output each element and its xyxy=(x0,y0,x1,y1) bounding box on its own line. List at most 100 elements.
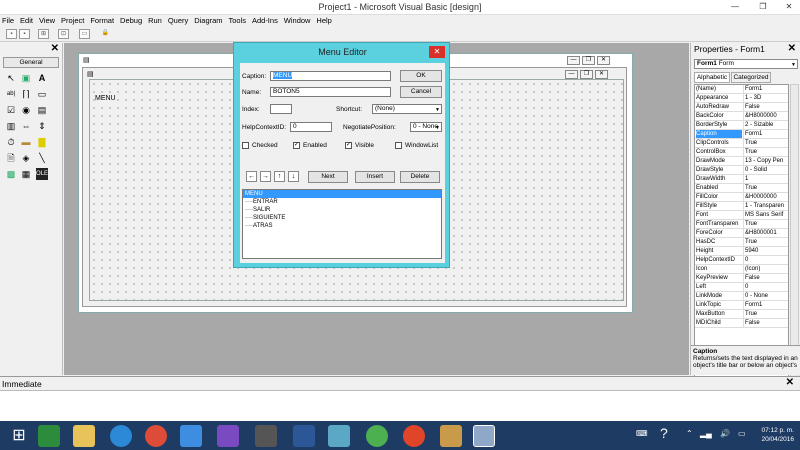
properties-grid[interactable]: (Name) Form1 Appearance 1 - 3D AutoRedraw Fal… xyxy=(694,84,789,383)
app-icon[interactable] xyxy=(366,425,388,447)
ole-icon[interactable]: OLE xyxy=(36,168,48,180)
close-icon[interactable]: ✕ xyxy=(51,43,59,54)
property-row[interactable]: FillColor &H0000000 xyxy=(695,193,788,202)
property-value[interactable]: &H0000000 xyxy=(743,193,788,201)
property-row[interactable]: Caption Form1 xyxy=(695,130,788,139)
windows-start-icon[interactable]: ⊞ xyxy=(8,425,30,447)
toolbox-general-tab[interactable]: General xyxy=(3,57,59,68)
property-value[interactable]: False xyxy=(743,103,788,111)
app-icon[interactable] xyxy=(217,425,239,447)
chrome-icon[interactable] xyxy=(145,425,167,447)
maximize-button[interactable]: ❐ xyxy=(750,0,776,13)
menu-tools[interactable]: Tools xyxy=(227,15,249,27)
property-row[interactable]: AutoRedraw False xyxy=(695,103,788,112)
property-value[interactable]: 0 xyxy=(743,283,788,291)
file-explorer-icon[interactable] xyxy=(73,425,95,447)
property-row[interactable]: ControlBox True xyxy=(695,148,788,157)
word-icon[interactable] xyxy=(293,425,315,447)
object-select[interactable]: Form1 Form ▼ xyxy=(694,59,798,69)
picturebox-icon[interactable]: ▣ xyxy=(20,72,32,84)
negotiate-select[interactable]: 0 - None ▼ xyxy=(410,122,442,132)
helpcontext-input[interactable]: 0 xyxy=(290,122,332,132)
line-icon[interactable]: ╲ xyxy=(36,152,48,164)
list-item[interactable]: ····SALIR xyxy=(243,206,441,214)
property-value[interactable]: &H8000000 xyxy=(743,112,788,120)
toolbar-item-icon[interactable]: ▪ xyxy=(6,29,17,39)
enabled-checkbox[interactable]: ✓ xyxy=(293,142,300,149)
app-icon[interactable] xyxy=(328,425,350,447)
property-value[interactable]: True xyxy=(743,148,788,156)
windowlist-checkbox[interactable] xyxy=(395,142,402,149)
arrow-down-icon[interactable]: ↓ xyxy=(288,171,299,182)
menu-format[interactable]: Format xyxy=(88,15,116,27)
property-value[interactable]: 0 - None xyxy=(743,292,788,300)
list-item[interactable]: ····ENTRAR xyxy=(243,198,441,206)
menu-diagram[interactable]: Diagram xyxy=(192,15,224,27)
next-button[interactable]: Next xyxy=(308,171,348,183)
property-value[interactable]: 2 - Sizable xyxy=(743,121,788,129)
volume-icon[interactable]: 🔊 xyxy=(720,429,730,438)
property-value[interactable]: 0 xyxy=(743,256,788,264)
menu-debug[interactable]: Debug xyxy=(118,15,144,27)
property-value[interactable]: 13 - Copy Pen xyxy=(743,157,788,165)
pointer-icon[interactable]: ↖ xyxy=(5,72,17,84)
shape-icon[interactable]: ◈ xyxy=(20,152,32,164)
dialog-close-button[interactable]: ✕ xyxy=(429,46,445,58)
property-row[interactable]: Left 0 xyxy=(695,283,788,292)
toolbar-align-icon[interactable]: ⊞ xyxy=(38,29,49,39)
optionbutton-icon[interactable]: ◉ xyxy=(20,104,32,116)
property-value[interactable]: 0 - Solid xyxy=(743,166,788,174)
label-icon[interactable]: A xyxy=(36,72,48,84)
property-row[interactable]: ClipControls True xyxy=(695,139,788,148)
drivelistbox-icon[interactable]: ▬ xyxy=(20,136,32,148)
toolbar-item-icon[interactable]: ▪ xyxy=(19,29,30,39)
property-value[interactable]: True xyxy=(743,139,788,147)
menu-file[interactable]: File xyxy=(0,15,16,27)
internet-explorer-icon[interactable] xyxy=(110,425,132,447)
close-icon[interactable]: ✕ xyxy=(788,43,796,54)
index-input[interactable] xyxy=(270,104,292,114)
commandbutton-icon[interactable]: ▭ xyxy=(36,88,48,100)
menu-query[interactable]: Query xyxy=(166,15,190,27)
keyboard-icon[interactable]: ⌨ xyxy=(636,429,648,438)
close-icon[interactable]: ✕ xyxy=(786,377,794,388)
battery-icon[interactable]: ▭ xyxy=(738,429,746,438)
textbox-icon[interactable]: ab| xyxy=(5,88,17,100)
combobox-icon[interactable]: ▤ xyxy=(36,104,48,116)
excel-icon[interactable] xyxy=(38,425,60,447)
close-button[interactable]: ✕ xyxy=(776,0,800,13)
property-row[interactable]: HasDC True xyxy=(695,238,788,247)
dirlistbox-icon[interactable]: ▇ xyxy=(36,136,48,148)
property-row[interactable]: Enabled True xyxy=(695,184,788,193)
app-icon[interactable] xyxy=(440,425,462,447)
property-value[interactable]: 1 - 3D xyxy=(743,94,788,102)
immediate-window[interactable]: Immediate ✕ xyxy=(0,376,800,421)
insert-button[interactable]: Insert xyxy=(355,171,395,183)
property-row[interactable]: Height 5940 xyxy=(695,247,788,256)
property-row[interactable]: MDIChild False xyxy=(695,319,788,328)
property-row[interactable]: KeyPreview False xyxy=(695,274,788,283)
cancel-button[interactable]: Cancel xyxy=(400,86,442,98)
property-value[interactable]: Form1 xyxy=(743,301,788,309)
property-value[interactable]: False xyxy=(743,319,788,327)
property-value[interactable]: True xyxy=(743,220,788,228)
property-row[interactable]: Icon (Icon) xyxy=(695,265,788,274)
name-input[interactable]: BOTON5 xyxy=(270,87,391,97)
property-row[interactable]: DrawWidth 1 xyxy=(695,175,788,184)
toolbar-size-icon[interactable]: ⊡ xyxy=(58,29,69,39)
caption-input[interactable]: MENU xyxy=(270,71,391,81)
ok-button[interactable]: OK xyxy=(400,70,442,82)
property-value[interactable]: 5940 xyxy=(743,247,788,255)
property-row[interactable]: BorderStyle 2 - Sizable xyxy=(695,121,788,130)
filelistbox-icon[interactable]: 🗎 xyxy=(5,152,17,164)
clock[interactable]: 07:12 p. m. 20/04/2016 xyxy=(761,426,794,444)
property-row[interactable]: DrawMode 13 - Copy Pen xyxy=(695,157,788,166)
lock-icon[interactable]: 🔒 xyxy=(100,29,111,39)
property-row[interactable]: (Name) Form1 xyxy=(695,85,788,94)
menu-run[interactable]: Run xyxy=(146,15,164,27)
network-icon[interactable]: ▂▄ xyxy=(700,429,712,438)
list-item[interactable]: MENU xyxy=(243,190,441,198)
delete-button[interactable]: Delete xyxy=(400,171,440,183)
arrow-right-icon[interactable]: → xyxy=(260,171,271,182)
property-row[interactable]: HelpContextID 0 xyxy=(695,256,788,265)
